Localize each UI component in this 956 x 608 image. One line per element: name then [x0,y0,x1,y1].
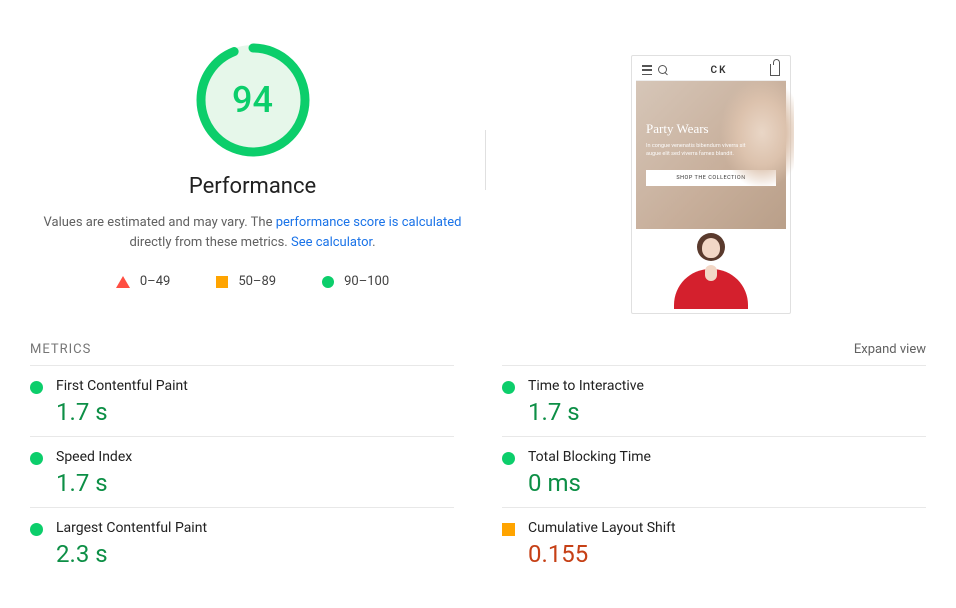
metric-lcp[interactable]: Largest Contentful Paint 2.3 s [30,507,454,578]
legend-item-mid: 50–89 [216,274,276,289]
circle-icon [322,276,334,288]
screenshot-subtext: In congue venenatis bibendum viverra sit… [646,143,756,158]
metric-name: Time to Interactive [528,378,926,394]
shopping-bag-icon [770,64,780,76]
gauge-label: Performance [189,174,316,199]
metric-value: 0 ms [528,469,926,497]
circle-icon [30,523,43,536]
square-icon [502,523,515,536]
metric-tti[interactable]: Time to Interactive 1.7 s [502,365,926,436]
hamburger-icon [642,65,652,75]
screenshot-model [636,229,786,309]
metric-value: 1.7 s [56,469,454,497]
metric-value: 0.155 [528,540,926,568]
circle-icon [502,452,515,465]
legend-item-bad: 0–49 [116,274,170,289]
performance-gauge: 94 [193,40,313,160]
screenshot-column: CK Party Wears In congue venenatis biben… [496,40,926,314]
circle-icon [30,381,43,394]
triangle-icon [116,276,130,288]
metric-si[interactable]: Speed Index 1.7 s [30,436,454,507]
perf-score-link[interactable]: performance score is calculated [276,215,462,230]
metrics-header: METRICS Expand view [0,314,956,365]
gauge-description: Values are estimated and may vary. The p… [38,213,468,252]
legend-item-good: 90–100 [322,274,389,289]
legend-label: 90–100 [344,274,389,289]
metric-cls[interactable]: Cumulative Layout Shift 0.155 [502,507,926,578]
metrics-grid: First Contentful Paint 1.7 s Time to Int… [0,365,956,578]
legend-label: 50–89 [238,274,276,289]
vertical-divider [485,130,486,190]
hero-row: 94 Performance Values are estimated and … [0,0,956,314]
metrics-title: METRICS [30,342,91,357]
expand-view-link[interactable]: Expand view [854,342,926,357]
circle-icon [30,452,43,465]
metric-value: 1.7 s [56,398,454,426]
desc-text: Values are estimated and may vary. The [44,215,276,230]
metric-fcp[interactable]: First Contentful Paint 1.7 s [30,365,454,436]
search-icon [658,65,668,75]
metric-name: Cumulative Layout Shift [528,520,926,536]
legend-label: 0–49 [140,274,170,289]
score-legend: 0–49 50–89 90–100 [116,274,389,289]
page-screenshot: CK Party Wears In congue venenatis biben… [631,55,791,314]
performance-score: 94 [193,40,313,160]
screenshot-topbar: CK [636,60,786,81]
see-calculator-link[interactable]: See calculator [291,235,372,250]
desc-text: directly from these metrics. [129,235,291,250]
screenshot-hero: Party Wears In congue venenatis bibendum… [636,81,786,229]
metric-value: 1.7 s [528,398,926,426]
metric-tbt[interactable]: Total Blocking Time 0 ms [502,436,926,507]
square-icon [216,276,228,288]
score-column: 94 Performance Values are estimated and … [30,40,475,314]
metric-name: Total Blocking Time [528,449,926,465]
desc-text: . [372,235,375,250]
metric-name: First Contentful Paint [56,378,454,394]
circle-icon [502,381,515,394]
metric-name: Speed Index [56,449,454,465]
metric-value: 2.3 s [56,540,454,568]
metric-name: Largest Contentful Paint [56,520,454,536]
screenshot-logo: CK [674,65,764,76]
